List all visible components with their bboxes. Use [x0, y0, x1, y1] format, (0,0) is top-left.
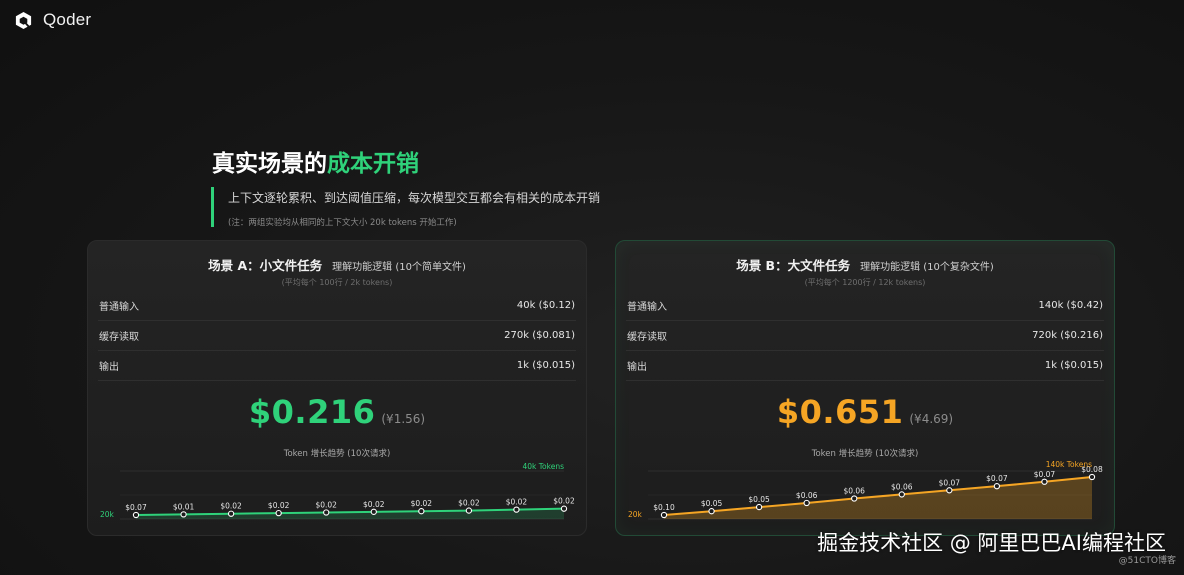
row-label: 普通输入 — [99, 302, 139, 313]
data-point — [851, 495, 858, 502]
data-label: $0.05 — [701, 499, 723, 508]
row-label: 输出 — [627, 362, 647, 373]
data-label: $0.02 — [220, 502, 242, 511]
subtitle-block: 上下文逐轮累积、到达阈值压缩，每次模型交互都会有相关的成本开销 (注：两组实验均… — [211, 187, 601, 228]
card-desc: 理解功能逻辑 (10个复杂文件) — [860, 262, 994, 273]
data-label: $0.06 — [843, 487, 865, 496]
card-subtitle: (平均每个 100行 / 2k tokens) — [281, 278, 393, 287]
cost-rows: 普通输入 140k ($0.42) 缓存读取 720k ($0.216) 输出 … — [626, 291, 1104, 381]
subtitle-note: (注：两组实验均从相同的上下文大小 20k tokens 开始工作) — [228, 218, 457, 228]
data-label: $0.07 — [125, 503, 147, 512]
total-cost-cny: (¥4.69) — [909, 412, 954, 426]
subtitle: 上下文逐轮累积、到达阈值压缩，每次模型交互都会有相关的成本开销 — [228, 191, 601, 205]
data-point — [418, 508, 425, 515]
data-label: $0.02 — [411, 499, 433, 508]
data-label: $0.01 — [173, 502, 195, 511]
data-point — [560, 505, 568, 512]
total-cost: $0.651 (¥4.69) — [616, 393, 1114, 431]
data-point — [946, 487, 953, 494]
data-label: $0.02 — [315, 500, 337, 509]
data-point — [513, 506, 520, 513]
data-point — [993, 483, 1001, 490]
data-label: $0.05 — [748, 495, 770, 504]
total-cost-usd: $0.216 — [248, 393, 376, 431]
card-header: 场景 A：小文件任务 理解功能逻辑 (10个简单文件) — [88, 255, 586, 274]
row-label: 普通输入 — [627, 302, 667, 313]
data-point — [275, 509, 282, 517]
data-label: $0.10 — [653, 503, 675, 512]
row-value: 720k ($0.216) — [1032, 330, 1103, 341]
data-point — [180, 511, 187, 518]
cost-row-cache: 缓存读取 270k ($0.081) — [98, 321, 576, 351]
data-point — [323, 509, 330, 516]
data-point — [803, 499, 810, 507]
row-value: 1k ($0.015) — [516, 360, 575, 371]
cost-row-input: 普通输入 140k ($0.42) — [626, 291, 1104, 321]
cost-row-output: 输出 1k ($0.015) — [626, 351, 1104, 381]
data-label: $0.02 — [268, 501, 290, 510]
data-point — [1088, 473, 1096, 481]
data-label: $0.06 — [891, 482, 913, 491]
data-label: $0.07 — [1034, 470, 1056, 479]
row-value: 140k ($0.42) — [1038, 300, 1104, 311]
page-title: 真实场景的成本开销 — [212, 144, 419, 178]
data-point — [132, 511, 140, 519]
title-main: 真实场景的 — [212, 151, 327, 177]
slide: Qoder 真实场景的成本开销 上下文逐轮累积、到达阈值压缩，每次模型交互都会有… — [0, 0, 1184, 575]
scenario-card-b: 场景 B：大文件任务 理解功能逻辑 (10个复杂文件) (平均每个 1200行 /… — [615, 240, 1115, 536]
data-label: $0.07 — [986, 474, 1008, 483]
brand-logo: Qoder — [14, 10, 91, 30]
row-value: 40k ($0.12) — [516, 300, 575, 311]
card-title: 场景 B：大文件任务 — [736, 258, 851, 273]
data-label: $0.07 — [939, 478, 961, 487]
end-tokens-label: 40k Tokens — [522, 462, 564, 471]
row-label: 缓存读取 — [627, 332, 667, 343]
row-label: 缓存读取 — [99, 332, 139, 343]
card-title: 场景 A：小文件任务 — [208, 258, 323, 273]
data-label: $0.02 — [458, 499, 480, 508]
cost-row-input: 普通输入 40k ($0.12) — [98, 291, 576, 321]
card-header: 场景 B：大文件任务 理解功能逻辑 (10个复杂文件) — [616, 255, 1114, 274]
total-cost-usd: $0.651 — [776, 393, 904, 431]
data-point — [227, 510, 235, 517]
brand-name: Qoder — [43, 10, 92, 29]
data-point — [465, 507, 473, 514]
watermark-main: 掘金技术社区 @ 阿里巴巴AI编程社区 — [817, 531, 1166, 555]
scenario-card-a: 场景 A：小文件任务 理解功能逻辑 (10个简单文件) (平均每个 100行 / … — [87, 240, 587, 536]
data-label: $0.02 — [506, 498, 528, 507]
data-label: $0.06 — [796, 491, 818, 500]
qoder-logo-icon — [15, 11, 32, 29]
data-point — [755, 503, 763, 511]
trend-label: Token 增长趋势 (10次请求) — [811, 449, 919, 459]
data-point — [370, 508, 377, 515]
data-point — [660, 511, 668, 519]
data-label: $0.02 — [553, 497, 575, 506]
card-subtitle: (平均每个 1200行 / 12k tokens) — [804, 278, 926, 287]
data-point — [898, 491, 905, 498]
cost-row-cache: 缓存读取 720k ($0.216) — [626, 321, 1104, 351]
watermark-small: @51CTO博客 — [1118, 556, 1176, 566]
cost-rows: 普通输入 40k ($0.12) 缓存读取 270k ($0.081) 输出 1… — [98, 291, 576, 381]
total-cost-cny: (¥1.56) — [381, 412, 426, 426]
cost-row-output: 输出 1k ($0.015) — [98, 351, 576, 381]
data-label: $0.02 — [363, 500, 385, 509]
total-cost: $0.216 (¥1.56) — [88, 393, 586, 431]
token-trend-chart-b: $0.10 $0.05 $0.05 $0.06 $0.06 $0.06 $0.07 $0.07… — [628, 460, 1103, 520]
end-tokens-label: 140k Tokens — [1046, 460, 1092, 469]
trend-label: Token 增长趋势 (10次请求) — [283, 449, 391, 459]
card-desc: 理解功能逻辑 (10个简单文件) — [332, 262, 466, 273]
start-tokens-label: 20k — [628, 510, 643, 519]
row-label: 输出 — [99, 362, 119, 373]
data-point — [1041, 478, 1048, 485]
row-value: 1k ($0.015) — [1044, 360, 1103, 371]
title-highlight: 成本开销 — [327, 151, 419, 177]
row-value: 270k ($0.081) — [504, 330, 575, 341]
token-trend-chart-a: $0.07 $0.01 $0.02 $0.02 $0.02 $0.02 $0.02 $0.02… — [100, 462, 575, 520]
data-point — [708, 508, 715, 515]
start-tokens-label: 20k — [100, 510, 115, 519]
